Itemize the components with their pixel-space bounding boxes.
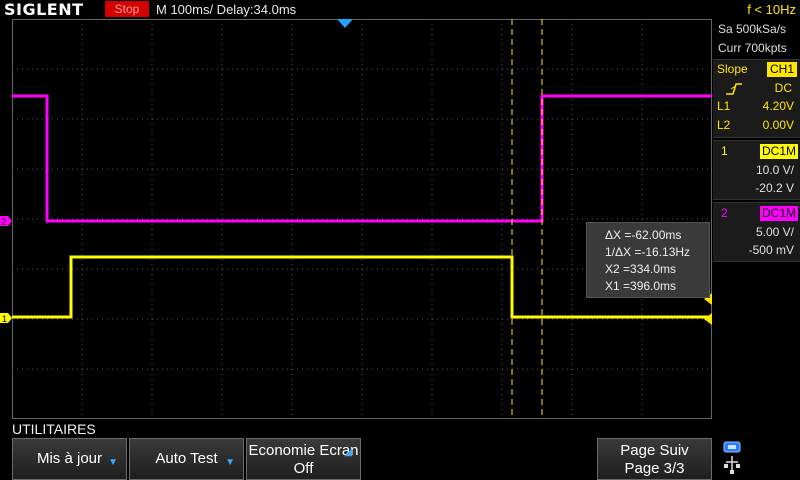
channel-2-panel[interactable]: 2 DC1M 5.00 V/ -500 mV [713, 202, 800, 262]
down-arrow-icon: ▼ [108, 457, 118, 468]
channel-1-offset: -20.2 V [755, 181, 794, 195]
screen-saver-softkey[interactable]: Economie Ecran Off ◢ [246, 438, 361, 480]
ch2-marker-label: 2 [1, 217, 6, 227]
channel-1-scale: 10.0 V/ [755, 163, 794, 177]
auto-test-softkey[interactable]: Auto Test ▼ [129, 438, 244, 480]
cursor-delta-x: ΔX =-62.00ms [605, 228, 682, 242]
channel-2-scale: 5.00 V/ [755, 225, 794, 239]
rising-edge-icon [726, 83, 742, 95]
cursor-inverse-delta-x: 1/ΔX =-16.13Hz [605, 245, 691, 259]
cursor-readout-panel: ΔX =-62.00ms 1/ΔX =-16.13Hz X2 =334.0ms … [586, 222, 710, 298]
down-arrow-icon: ▼ [225, 457, 235, 468]
trigger-type: Slope [717, 62, 748, 76]
page-indicator: Page 3/3 [624, 460, 685, 477]
trigger-source: CH1 [766, 62, 797, 77]
ch1-marker-label: 1 [2, 314, 7, 324]
trigger-l2-label: L2 [717, 118, 731, 132]
updates-softkey[interactable]: Mis à jour ▼ [12, 438, 127, 480]
channel-2-number: 2 [721, 206, 728, 220]
trigger-panel[interactable]: Slope CH1 DC L1 4.20V L2 0.00V [713, 59, 800, 138]
screen-saver-label: Economie Ecran [248, 442, 359, 459]
channel-2-coupling: DC1M [759, 206, 798, 221]
memory-depth: Curr 700kpts [718, 41, 787, 55]
sample-rate: Sa 500kSa/s [718, 22, 787, 36]
trigger-l1-value: 4.20V [762, 99, 794, 113]
selector-arrow-icon: ◢ [344, 447, 352, 458]
channel-1-panel[interactable]: 1 DC1M 10.0 V/ -20.2 V [713, 140, 800, 200]
menu-title: UTILITAIRES [12, 421, 96, 437]
trigger-l1-label: L1 [717, 99, 731, 113]
graticule [12, 19, 712, 419]
channel-2-offset: -500 mV [748, 243, 794, 257]
cursor-x1: X1 =396.0ms [605, 279, 677, 293]
channel-1-number: 1 [721, 144, 728, 158]
cursor-x2: X2 =334.0ms [605, 262, 677, 276]
trigger-coupling: DC [774, 81, 792, 95]
screen-saver-value: Off [293, 460, 314, 477]
trigger-l2-value: 0.00V [762, 118, 794, 132]
channel-1-coupling: DC1M [759, 144, 798, 159]
trigger-position-marker [337, 19, 353, 28]
next-page-label: Page Suiv [620, 442, 689, 459]
usb-icon [723, 441, 741, 474]
next-page-softkey[interactable]: Page Suiv Page 3/3 [597, 438, 712, 480]
trigger-level-l2-marker [704, 313, 712, 325]
